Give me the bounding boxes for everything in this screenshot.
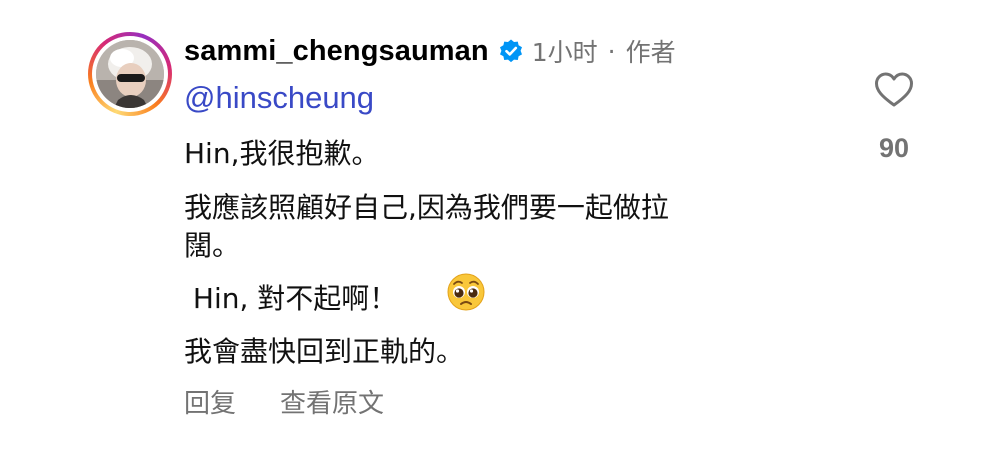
author-badge: 作者 [625,38,676,67]
avatar-image [96,40,164,108]
comment-text-line-4: Hin, 對不起啊！ [184,282,398,315]
meta-separator: · [607,36,616,66]
comment-time: 1小时 [531,38,598,67]
comment-text-line-5: 我會盡快回到正軌的。 [184,335,465,368]
verified-badge-icon [498,38,524,64]
comment-text-line-1: Hin,我很抱歉。 [184,137,380,170]
comment-text-line-3: 闊。 [184,229,241,262]
username-link[interactable]: sammi_chengsauman [184,35,489,68]
pleading-face-icon [447,273,485,311]
comment-header: sammi_chengsauman 1小时 · 作者 [184,30,676,72]
avatar[interactable] [88,32,172,116]
heart-icon[interactable] [872,68,916,112]
comment-actions: 回复 查看原文 [184,383,384,420]
see-translation-button[interactable]: 查看原文 [280,383,384,420]
mention-link[interactable]: @hinscheung [184,80,374,116]
comment-text-line-2: 我應該照顧好自己,因為我們要一起做拉 [184,191,669,224]
avatar-photo-icon [96,40,164,108]
reply-button[interactable]: 回复 [184,383,236,420]
comment-item: sammi_chengsauman 1小时 · 作者 @hinscheung H… [0,0,994,464]
like-count: 90 [878,133,910,163]
avatar-ring-gap [92,36,168,112]
